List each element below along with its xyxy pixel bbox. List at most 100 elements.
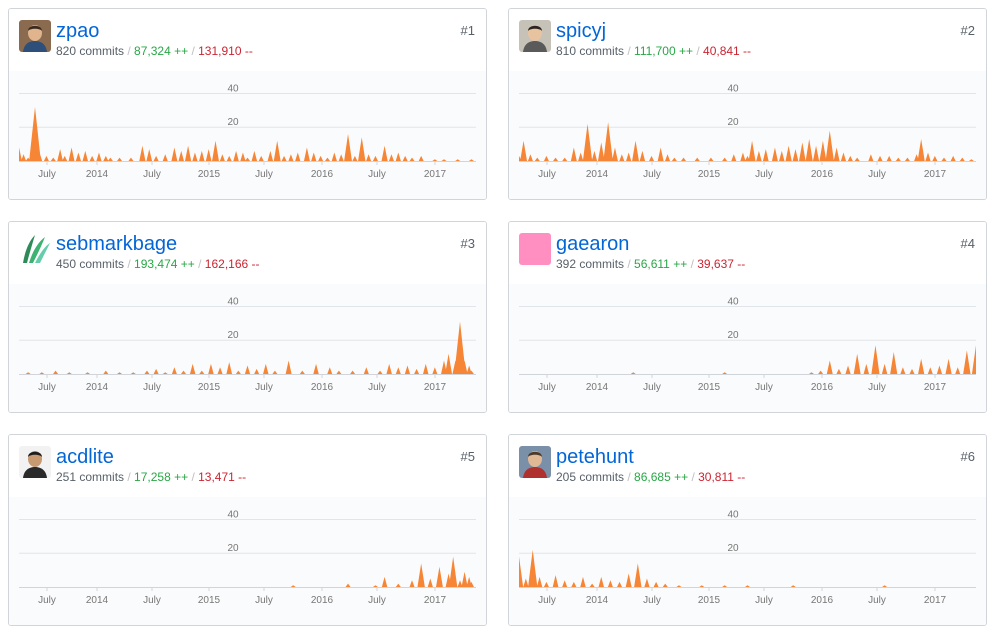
x-tick-label: July xyxy=(368,595,386,606)
x-tick-label: July xyxy=(868,169,886,180)
x-tick-label: July xyxy=(38,169,56,180)
x-tick-label: 2017 xyxy=(924,595,947,606)
contributor-card: zpao 820 commits / 87,324 ++ / 131,910 -… xyxy=(8,8,487,200)
commit-count[interactable]: 450 commits xyxy=(56,257,124,271)
y-tick-label: 20 xyxy=(227,543,239,554)
x-tick-label: 2014 xyxy=(586,382,609,393)
contribution-stats: 392 commits / 56,611 ++ / 39,637 -- xyxy=(556,257,745,271)
x-tick-label: 2016 xyxy=(811,595,834,606)
card-header: spicyj 810 commits / 111,700 ++ / 40,841… xyxy=(509,9,986,72)
username-link[interactable]: zpao xyxy=(56,19,99,43)
contribution-stats: 251 commits / 17,258 ++ / 13,471 -- xyxy=(56,470,246,484)
x-tick-label: 2015 xyxy=(198,169,221,180)
x-tick-label: July xyxy=(255,595,273,606)
card-header: sebmarkbage 450 commits / 193,474 ++ / 1… xyxy=(9,222,486,285)
x-tick-label: 2015 xyxy=(698,382,721,393)
x-tick-label: 2017 xyxy=(924,169,947,180)
x-tick-label: July xyxy=(755,382,773,393)
y-tick-label: 40 xyxy=(727,83,739,94)
avatar[interactable] xyxy=(19,233,51,265)
x-tick-label: 2016 xyxy=(811,382,834,393)
deletions-count: 13,471 -- xyxy=(198,470,247,484)
commit-count[interactable]: 205 commits xyxy=(556,470,624,484)
x-tick-label: 2014 xyxy=(86,169,109,180)
commit-area-series xyxy=(519,345,976,374)
card-header: gaearon 392 commits / 56,611 ++ / 39,637… xyxy=(509,222,986,285)
avatar[interactable] xyxy=(519,20,551,52)
additions-count: 17,258 ++ xyxy=(134,470,189,484)
additions-count: 111,700 ++ xyxy=(634,44,693,58)
rank-label: #2 xyxy=(960,23,975,38)
commit-activity-chart: 20 40 July 2014 July 2015 July 2016 July 2017 xyxy=(509,71,986,199)
username-link[interactable]: spicyj xyxy=(556,19,606,43)
rank-label: #5 xyxy=(460,449,475,464)
x-tick-label: 2017 xyxy=(424,169,447,180)
deletions-count: 131,910 -- xyxy=(198,44,253,58)
x-tick-label: July xyxy=(868,382,886,393)
x-tick-label: 2015 xyxy=(698,169,721,180)
commit-count[interactable]: 820 commits xyxy=(56,44,124,58)
user-photo-icon xyxy=(19,20,51,52)
x-tick-label: July xyxy=(755,169,773,180)
y-tick-label: 40 xyxy=(727,509,739,520)
x-tick-label: 2016 xyxy=(311,382,334,393)
x-tick-label: 2016 xyxy=(311,595,334,606)
commit-area-series xyxy=(19,106,476,161)
area-chart-svg: 20 40 July 2014 July 2015 July 2016 July 2017 xyxy=(519,83,976,180)
card-header: petehunt 205 commits / 86,685 ++ / 30,81… xyxy=(509,435,986,498)
x-tick-label: July xyxy=(643,382,661,393)
y-tick-label: 40 xyxy=(227,296,239,307)
x-tick-label: July xyxy=(38,595,56,606)
x-tick-label: 2014 xyxy=(86,595,109,606)
commit-activity-chart: 20 40 July 2014 July 2015 July 2016 July 2017 xyxy=(9,71,486,199)
contributors-grid: zpao 820 commits / 87,324 ++ / 131,910 -… xyxy=(0,0,997,636)
commit-activity-chart: 20 40 July 2014 July 2015 July 2016 July 2017 xyxy=(9,497,486,625)
rank-label: #3 xyxy=(460,236,475,251)
area-chart-svg: 20 40 July 2014 July 2015 July 2016 July 2017 xyxy=(519,509,976,606)
user-photo-icon xyxy=(519,20,551,52)
x-tick-label: July xyxy=(643,595,661,606)
username-link[interactable]: gaearon xyxy=(556,232,629,256)
commit-activity-chart: 20 40 July 2014 July 2015 July 2016 July 2017 xyxy=(509,284,986,412)
rank-label: #6 xyxy=(960,449,975,464)
avatar[interactable] xyxy=(519,233,551,265)
user-photo-icon xyxy=(19,446,51,478)
card-header: zpao 820 commits / 87,324 ++ / 131,910 -… xyxy=(9,9,486,72)
contributor-card: petehunt 205 commits / 86,685 ++ / 30,81… xyxy=(508,434,987,626)
stats-separator: / xyxy=(696,44,704,58)
username-link[interactable]: acdlite xyxy=(56,445,114,469)
x-tick-label: 2016 xyxy=(811,169,834,180)
area-chart-svg: 20 40 July 2014 July 2015 July 2016 July 2017 xyxy=(19,509,476,606)
commit-area-series xyxy=(519,122,976,161)
contributor-card: spicyj 810 commits / 111,700 ++ / 40,841… xyxy=(508,8,987,200)
area-chart-svg: 20 40 July 2014 July 2015 July 2016 July 2017 xyxy=(19,296,476,393)
x-tick-label: July xyxy=(368,382,386,393)
y-tick-label: 20 xyxy=(227,117,239,128)
x-tick-label: July xyxy=(38,382,56,393)
pink-square-avatar-icon xyxy=(519,233,551,265)
x-tick-label: July xyxy=(368,169,386,180)
username-link[interactable]: sebmarkbage xyxy=(56,232,177,256)
commit-count[interactable]: 392 commits xyxy=(556,257,624,271)
x-tick-label: 2014 xyxy=(86,382,109,393)
y-tick-label: 20 xyxy=(727,543,739,554)
deletions-count: 39,637 -- xyxy=(697,257,746,271)
commit-area-series xyxy=(19,321,476,374)
commit-activity-chart: 20 40 July 2014 July 2015 July 2016 July 2017 xyxy=(9,284,486,412)
x-tick-label: July xyxy=(538,382,556,393)
rank-label: #4 xyxy=(960,236,975,251)
additions-count: 56,611 ++ xyxy=(634,257,688,271)
x-tick-label: 2016 xyxy=(311,169,334,180)
commit-count[interactable]: 810 commits xyxy=(556,44,624,58)
y-tick-label: 20 xyxy=(227,330,239,341)
x-tick-label: 2014 xyxy=(586,595,609,606)
username-link[interactable]: petehunt xyxy=(556,445,634,469)
avatar[interactable] xyxy=(19,20,51,52)
contributor-card: gaearon 392 commits / 56,611 ++ / 39,637… xyxy=(508,221,987,413)
contributor-card: acdlite 251 commits / 17,258 ++ / 13,471… xyxy=(8,434,487,626)
x-tick-label: July xyxy=(255,169,273,180)
contribution-stats: 450 commits / 193,474 ++ / 162,166 -- xyxy=(56,257,260,271)
commit-count[interactable]: 251 commits xyxy=(56,470,124,484)
avatar[interactable] xyxy=(19,446,51,478)
avatar[interactable] xyxy=(519,446,551,478)
